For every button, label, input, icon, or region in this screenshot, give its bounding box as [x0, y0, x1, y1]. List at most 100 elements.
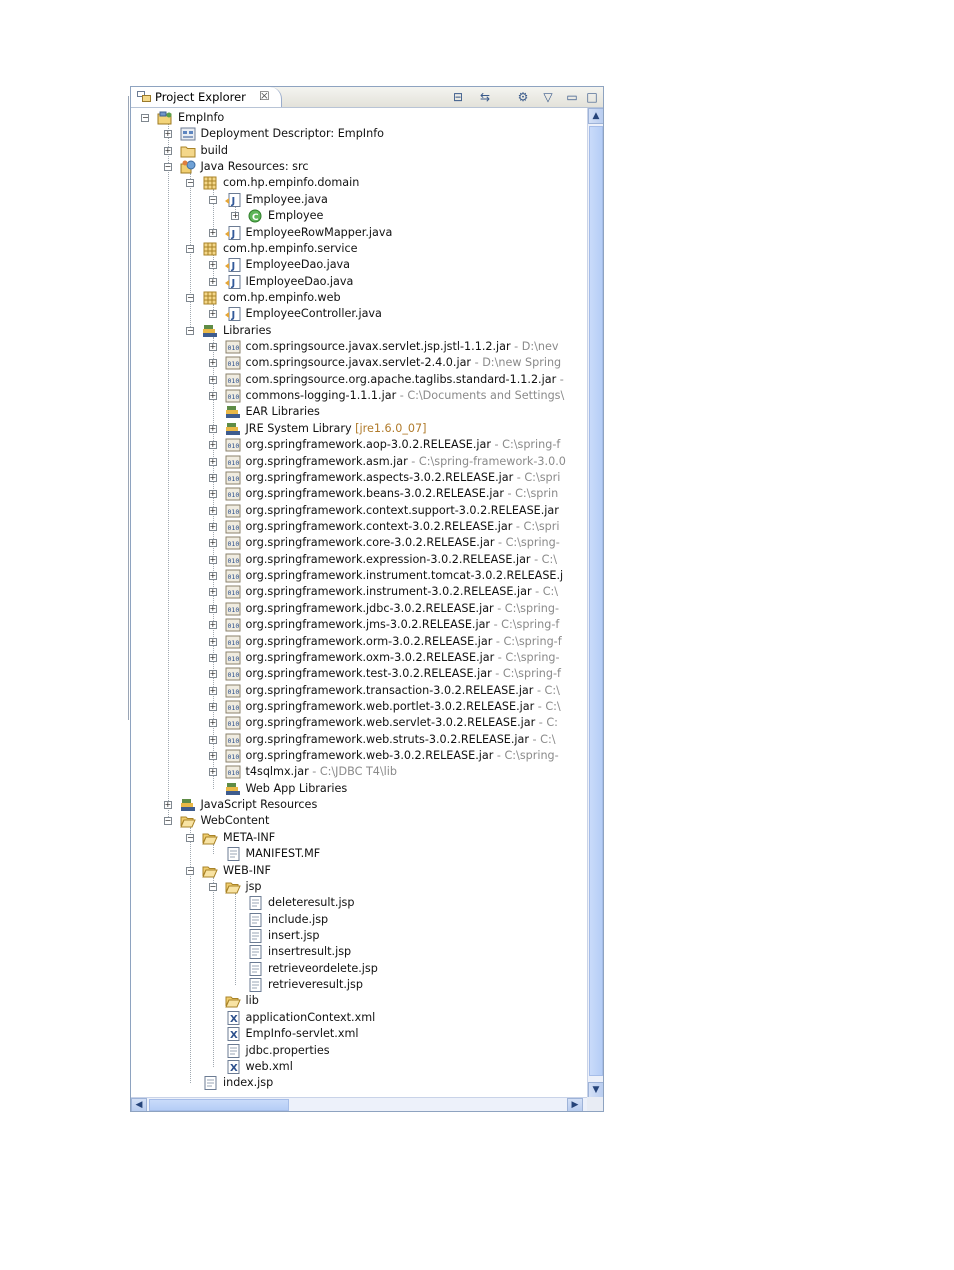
tree-item[interactable]: +010 org.springframework.web.portlet-3.0.…: [131, 699, 585, 715]
expand-toggle-icon[interactable]: +: [163, 146, 172, 155]
expand-toggle-icon[interactable]: +: [208, 670, 217, 679]
tree-item[interactable]: deleteresult.jsp: [131, 895, 585, 911]
tree-item[interactable]: +010 org.springframework.context-3.0.2.RE…: [131, 519, 585, 535]
tree-item[interactable]: +010 org.springframework.context.support-…: [131, 503, 585, 519]
scroll-left-button[interactable]: ◀: [131, 1098, 147, 1111]
tree-item[interactable]: − WEB-INF: [131, 863, 585, 879]
tab-project-explorer[interactable]: Project Explorer ☒: [131, 87, 282, 107]
tree-item[interactable]: − Java Resources: src: [131, 159, 585, 175]
expand-toggle-icon[interactable]: +: [208, 588, 217, 597]
view-menu-icon[interactable]: ▽: [539, 89, 557, 105]
collapse-toggle-icon[interactable]: −: [186, 833, 194, 842]
tree-item[interactable]: +010 org.springframework.core-3.0.2.RELEA…: [131, 535, 585, 551]
collapse-toggle-icon[interactable]: −: [163, 163, 172, 172]
tree-item[interactable]: +010 org.springframework.test-3.0.2.RELEA…: [131, 666, 585, 682]
tree-item[interactable]: +010 com.springsource.javax.servlet.jsp.j…: [131, 339, 585, 355]
expand-toggle-icon[interactable]: +: [208, 752, 217, 761]
vertical-scroll-thumb[interactable]: [589, 126, 603, 1076]
tree-item[interactable]: + JavaScript Resources: [131, 797, 585, 813]
tree-item[interactable]: MANIFEST.MF: [131, 846, 585, 862]
tree-item[interactable]: +010 com.springsource.javax.servlet-2.4.0…: [131, 355, 585, 371]
minimize-icon[interactable]: ▭: [563, 89, 581, 105]
tree-item[interactable]: +010 com.springsource.org.apache.taglibs.…: [131, 372, 585, 388]
tree-item[interactable]: +010 org.springframework.expression-3.0.2…: [131, 552, 585, 568]
scroll-right-button[interactable]: ▶: [567, 1098, 583, 1111]
expand-toggle-icon[interactable]: +: [208, 604, 217, 613]
collapse-toggle-icon[interactable]: −: [141, 114, 149, 122]
link-with-editor-icon[interactable]: ⇆: [476, 89, 494, 105]
tree-item[interactable]: +010 org.springframework.transaction-3.0.…: [131, 683, 585, 699]
tree-item[interactable]: +010 org.springframework.jdbc-3.0.2.RELEA…: [131, 601, 585, 617]
expand-toggle-icon[interactable]: +: [208, 343, 217, 352]
expand-toggle-icon[interactable]: +: [208, 637, 217, 646]
tree-item[interactable]: +010 org.springframework.orm-3.0.2.RELEAS…: [131, 634, 585, 650]
collapse-toggle-icon[interactable]: −: [163, 817, 172, 826]
tree-item[interactable]: EAR Libraries: [131, 404, 585, 420]
tree-item[interactable]: + J EmployeeRowMapper.java: [131, 225, 585, 241]
tree-item[interactable]: Web App Libraries: [131, 781, 585, 797]
tree-item[interactable]: retrieveordelete.jsp: [131, 961, 585, 977]
tree-item[interactable]: + build: [131, 143, 585, 159]
tree-item[interactable]: + J IEmployeeDao.java: [131, 274, 585, 290]
expand-toggle-icon[interactable]: +: [208, 424, 217, 433]
expand-toggle-icon[interactable]: +: [231, 212, 239, 221]
tree-item[interactable]: − WebContent: [131, 813, 585, 829]
expand-toggle-icon[interactable]: +: [208, 375, 217, 384]
expand-toggle-icon[interactable]: +: [208, 621, 217, 630]
tree-item[interactable]: + Deployment Descriptor: EmpInfo: [131, 126, 585, 142]
tree-item[interactable]: − J Employee.java: [131, 192, 585, 208]
collapse-toggle-icon[interactable]: −: [186, 179, 194, 188]
tree-item[interactable]: +010 org.springframework.instrument-3.0.2…: [131, 584, 585, 600]
expand-toggle-icon[interactable]: +: [208, 555, 217, 564]
tree-item[interactable]: − jsp: [131, 879, 585, 895]
collapse-toggle-icon[interactable]: −: [186, 866, 194, 875]
tree-item[interactable]: +010 org.springframework.asm.jar - C:\spr…: [131, 454, 585, 470]
project-tree[interactable]: − EmpInfo + Deployment Descriptor: EmpInfo +…: [131, 108, 585, 1098]
collapse-toggle-icon[interactable]: −: [186, 326, 194, 335]
tree-item[interactable]: + J EmployeeController.java: [131, 306, 585, 322]
tree-item[interactable]: − com.hp.empinfo.web: [131, 290, 585, 306]
tree-item[interactable]: + C Employee: [131, 208, 585, 224]
tree-item[interactable]: insertresult.jsp: [131, 944, 585, 960]
tree-item[interactable]: jdbc.properties: [131, 1043, 585, 1059]
tree-item[interactable]: − com.hp.empinfo.service: [131, 241, 585, 257]
collapse-all-icon[interactable]: ⊟: [449, 89, 467, 105]
expand-toggle-icon[interactable]: +: [208, 686, 217, 695]
expand-toggle-icon[interactable]: +: [208, 539, 217, 548]
scroll-up-button[interactable]: ▲: [588, 108, 603, 124]
collapse-toggle-icon[interactable]: −: [208, 882, 217, 891]
expand-toggle-icon[interactable]: +: [208, 310, 217, 319]
filters-icon[interactable]: ⚙: [514, 89, 532, 105]
expand-toggle-icon[interactable]: +: [163, 801, 172, 810]
tree-item[interactable]: insert.jsp: [131, 928, 585, 944]
tree-item[interactable]: +010 org.springframework.aop-3.0.2.RELEAS…: [131, 437, 585, 453]
close-view-icon[interactable]: ☒: [259, 88, 270, 104]
tree-item[interactable]: − META-INF: [131, 830, 585, 846]
tree-item[interactable]: XapplicationContext.xml: [131, 1010, 585, 1026]
horizontal-scroll-thumb[interactable]: [149, 1099, 289, 1111]
maximize-icon[interactable]: □: [583, 89, 601, 105]
expand-toggle-icon[interactable]: +: [208, 473, 217, 482]
scroll-down-button[interactable]: ▼: [588, 1082, 603, 1098]
tree-item[interactable]: +010 commons-logging-1.1.1.jar - C:\Docum…: [131, 388, 585, 404]
tree-item[interactable]: − EmpInfo: [131, 110, 585, 126]
expand-toggle-icon[interactable]: +: [208, 490, 217, 499]
expand-toggle-icon[interactable]: +: [208, 735, 217, 744]
expand-toggle-icon[interactable]: +: [208, 441, 217, 450]
tree-item[interactable]: +010 org.springframework.jms-3.0.2.RELEAS…: [131, 617, 585, 633]
expand-toggle-icon[interactable]: +: [208, 719, 217, 728]
expand-toggle-icon[interactable]: +: [208, 359, 217, 368]
tree-item[interactable]: Xweb.xml: [131, 1059, 585, 1075]
expand-toggle-icon[interactable]: +: [208, 702, 217, 711]
expand-toggle-icon[interactable]: +: [208, 261, 217, 270]
tree-item[interactable]: +010 org.springframework.web.struts-3.0.2…: [131, 732, 585, 748]
tree-item[interactable]: +010 t4sqlmx.jar - C:\JDBC T4\lib: [131, 764, 585, 780]
tree-item[interactable]: include.jsp: [131, 912, 585, 928]
expand-toggle-icon[interactable]: +: [163, 130, 172, 139]
horizontal-scrollbar[interactable]: ◀ ▶: [131, 1097, 587, 1111]
tree-item[interactable]: +010 org.springframework.oxm-3.0.2.RELEAS…: [131, 650, 585, 666]
collapse-toggle-icon[interactable]: −: [186, 244, 194, 253]
tree-item[interactable]: + J EmployeeDao.java: [131, 257, 585, 273]
tree-item[interactable]: X EmpInfo-servlet.xml: [131, 1026, 585, 1042]
expand-toggle-icon[interactable]: +: [208, 392, 217, 401]
